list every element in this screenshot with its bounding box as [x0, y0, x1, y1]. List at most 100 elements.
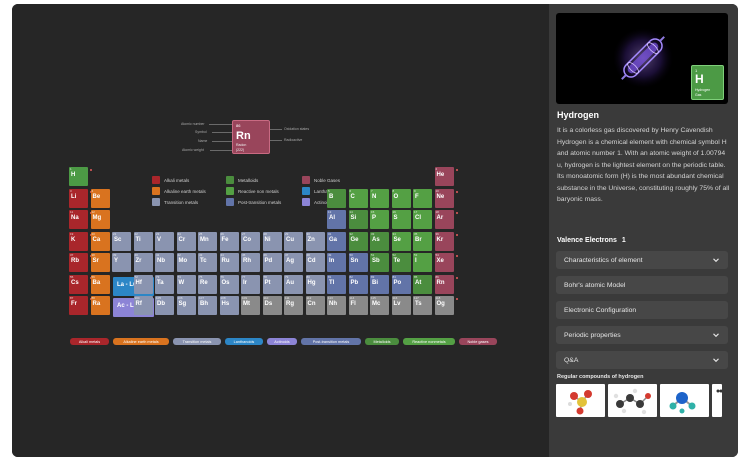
accordion-bohr-model[interactable]: Bohr's atomic Model: [556, 276, 728, 294]
element-rh[interactable]: 45 Rh: [241, 253, 260, 272]
element-mn[interactable]: 25 Mn: [198, 231, 217, 251]
category-pill[interactable]: Actinoids: [267, 338, 297, 345]
compound-thumbnail[interactable]: [608, 384, 657, 417]
category-pill[interactable]: Reactive nonmetals: [403, 338, 455, 345]
element-rf[interactable]: 104 Rf: [133, 296, 153, 315]
element-rb[interactable]: 37 Rb: [69, 253, 88, 272]
element-ra[interactable]: 88 Ra: [90, 296, 110, 315]
element-ts[interactable]: 117 Ts: [413, 296, 432, 315]
element-rn[interactable]: 86 Rn: [434, 274, 454, 294]
accordion-characteristics[interactable]: Characteristics of element: [556, 251, 728, 269]
element-ca[interactable]: 20 Ca: [90, 231, 110, 251]
element-co[interactable]: 27 Co: [241, 231, 260, 251]
accordion-electronic-configuration[interactable]: Electronic Configuration: [556, 301, 728, 319]
element-sb[interactable]: 51 Sb: [370, 253, 389, 272]
element-ba[interactable]: 56 Ba: [90, 274, 110, 294]
category-pill[interactable]: Metalloids: [365, 338, 399, 345]
element-os[interactable]: 76 Os: [219, 274, 239, 294]
element-xe[interactable]: 54 Xe: [434, 253, 454, 272]
element-pb[interactable]: 82 Pb: [348, 274, 368, 294]
element-v[interactable]: 23 V: [155, 231, 174, 251]
element-cu[interactable]: 29 Cu: [284, 231, 303, 251]
element-cd[interactable]: 48 Cd: [305, 253, 325, 272]
element-ga[interactable]: 31 Ga: [327, 231, 346, 251]
category-pill[interactable]: Alkaline earth metals: [113, 338, 169, 345]
element-y[interactable]: 39 Y: [112, 253, 131, 272]
element-al[interactable]: 13 Al: [327, 210, 346, 229]
element-na[interactable]: 11 Na: [69, 210, 88, 229]
element-sg[interactable]: 106 Sg: [176, 296, 196, 315]
element-p[interactable]: 15 P: [370, 210, 389, 229]
element-ti[interactable]: 22 Ti: [133, 231, 153, 251]
element-kr[interactable]: 36 Kr: [434, 231, 454, 251]
element-fl[interactable]: 114 Fl: [348, 296, 368, 315]
element-au[interactable]: 79 Au: [284, 274, 303, 294]
element-zn[interactable]: 30 Zn: [305, 231, 325, 251]
compound-thumbnail[interactable]: [556, 384, 605, 417]
accordion-periodic-properties[interactable]: Periodic properties: [556, 326, 728, 344]
accordion-qa[interactable]: Q&A: [556, 351, 728, 369]
element-si[interactable]: 14 Si: [348, 210, 368, 229]
category-pill[interactable]: Noble gases: [459, 338, 497, 345]
element-fr[interactable]: 87 Fr: [69, 296, 88, 315]
element-n[interactable]: 7N: [370, 188, 389, 208]
element-db[interactable]: 105 Db: [155, 296, 174, 315]
element-ge[interactable]: 32 Ge: [348, 231, 368, 251]
element-hg[interactable]: 80 Hg: [305, 274, 325, 294]
element-fe[interactable]: 26 Fe: [219, 231, 239, 251]
element-ru[interactable]: 44 Ru: [219, 253, 239, 272]
element-lv[interactable]: 116 Lv: [391, 296, 411, 315]
element-sn[interactable]: 50 Sn: [348, 253, 368, 272]
element-se[interactable]: 34 Se: [391, 231, 411, 251]
element-h[interactable]: 1H: [69, 167, 88, 186]
element-re[interactable]: 75 Re: [198, 274, 217, 294]
element-zr[interactable]: 40 Zr: [133, 253, 153, 272]
element-po[interactable]: 84 Po: [391, 274, 411, 294]
element-nb[interactable]: 41 Nb: [155, 253, 174, 272]
element-hf[interactable]: 72 Hf: [133, 274, 153, 294]
element-be[interactable]: 4 Be: [90, 188, 110, 208]
category-pill[interactable]: Lanthanoids: [225, 338, 263, 345]
element-o[interactable]: 8O: [391, 188, 411, 208]
element-w[interactable]: 74 W: [176, 274, 196, 294]
compound-thumbnail[interactable]: [660, 384, 709, 417]
element-hs[interactable]: 108 Hs: [219, 296, 239, 315]
element-ne[interactable]: 10 Ne: [434, 188, 454, 208]
element-ds[interactable]: 110 Ds: [262, 296, 282, 315]
element-bh[interactable]: 107 Bh: [198, 296, 217, 315]
element-ta[interactable]: 73 Ta: [155, 274, 174, 294]
element-sr[interactable]: 38 Sr: [90, 253, 110, 272]
element-bi[interactable]: 83 Bi: [370, 274, 389, 294]
category-pill[interactable]: Transition metals: [173, 338, 221, 345]
element-br[interactable]: 35 Br: [413, 231, 432, 251]
element-c[interactable]: 6C: [348, 188, 368, 208]
element-i[interactable]: 53 I: [413, 253, 432, 272]
element-as[interactable]: 33 As: [370, 231, 389, 251]
element-he[interactable]: 2 He: [434, 167, 454, 186]
category-pill[interactable]: Post-transition metals: [301, 338, 361, 345]
element-k[interactable]: 19 K: [69, 231, 88, 251]
element-pt[interactable]: 78 Pt: [262, 274, 282, 294]
element-cn[interactable]: 112 Cn: [305, 296, 325, 315]
element-sc[interactable]: 21 Sc: [112, 231, 131, 251]
element-mc[interactable]: 115 Mc: [370, 296, 389, 315]
element-mo[interactable]: 42 Mo: [176, 253, 196, 272]
element-cr[interactable]: 24 Cr: [176, 231, 196, 251]
element-og[interactable]: 118 Og: [434, 296, 454, 315]
category-pill[interactable]: Alkali metals: [70, 338, 109, 345]
element-b[interactable]: 5B: [327, 188, 346, 208]
element-cs[interactable]: 55 Cs: [69, 274, 88, 294]
element-ni[interactable]: 28 Ni: [262, 231, 282, 251]
element-te[interactable]: 52 Te: [391, 253, 411, 272]
element-ar[interactable]: 18 Ar: [434, 210, 454, 229]
element-mg[interactable]: 12 Mg: [90, 210, 110, 229]
element-tc[interactable]: 43 Tc: [198, 253, 217, 272]
element-mt[interactable]: 109 Mt: [241, 296, 260, 315]
element-at[interactable]: 85 At: [413, 274, 432, 294]
element-s[interactable]: 16 S: [391, 210, 411, 229]
element-ir[interactable]: 77 Ir: [241, 274, 260, 294]
element-li[interactable]: 3 Li: [69, 188, 88, 208]
element-pd[interactable]: 46 Pd: [262, 253, 282, 272]
element-f[interactable]: 9F: [413, 188, 432, 208]
element-nh[interactable]: 113 Nh: [327, 296, 346, 315]
